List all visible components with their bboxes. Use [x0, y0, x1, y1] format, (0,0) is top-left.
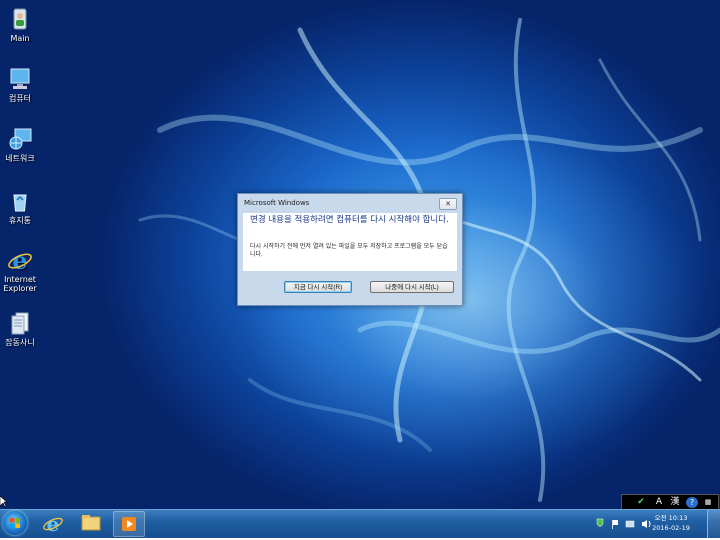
windows-logo-icon [10, 518, 20, 528]
ime-options-icon[interactable]: ▦ [702, 495, 714, 510]
show-desktop-button[interactable] [707, 510, 720, 538]
desktop-icon-label: Internet Explorer [3, 275, 37, 293]
desktop[interactable]: Main 컴퓨터 네트워크 휴지통 e Internet Explorer 잡동… [0, 0, 720, 509]
start-button[interactable] [3, 511, 27, 535]
dialog-main-instruction: 변경 내용을 적용하려면 컴퓨터를 다시 시작해야 합니다. [250, 215, 449, 225]
dialog-button-row: 지금 다시 시작(R) 나중에 다시 시작(L) [238, 272, 462, 304]
desktop-icon-label: 휴지통 [8, 216, 32, 225]
clock-date: 2016-02-19 [652, 524, 690, 532]
mouse-cursor-icon [0, 496, 8, 508]
desktop-icon-label: 컴퓨터 [8, 94, 32, 103]
desktop-icon-recycle-bin[interactable]: 휴지통 [0, 188, 40, 225]
dialog-title: Microsoft Windows [244, 199, 310, 207]
ime-hanja-button[interactable]: 漢 [668, 495, 682, 510]
desktop-icon-label: 네트워크 [5, 154, 35, 163]
dialog-detail-text: 다시 시작하기 전에 먼저 열려 있는 파일을 모두 저장하고 프로그램을 모두… [250, 243, 448, 258]
computer-icon [10, 68, 30, 89]
clock-time: 오전 10:13 [654, 514, 688, 522]
desktop-icon-label: 잡동사니 [5, 338, 35, 347]
ime-check-icon[interactable]: ✔ [634, 495, 648, 510]
security-shield-icon [596, 518, 604, 527]
desktop-icon-internet-explorer[interactable]: e Internet Explorer [0, 247, 40, 293]
svg-text:e: e [12, 247, 27, 273]
ime-input-mode[interactable]: A [652, 495, 666, 510]
folder-icon [81, 515, 101, 531]
restart-dialog[interactable]: Microsoft Windows ✕ 변경 내용을 적용하려면 컴퓨터를 다시… [237, 193, 463, 306]
taskbar-clock[interactable]: 오전 10:13 2016-02-19 [646, 513, 696, 533]
user-folder-icon [13, 8, 27, 30]
taskbar: e 오전 10:13 2016-02-19 [0, 509, 720, 538]
recycle-bin-icon [13, 194, 27, 212]
restart-now-button[interactable]: 지금 다시 시작(R) [284, 281, 352, 293]
close-icon[interactable]: ✕ [439, 198, 457, 210]
taskbar-file-explorer[interactable] [76, 511, 106, 535]
desktop-icon-computer[interactable]: 컴퓨터 [0, 66, 40, 103]
dialog-titlebar[interactable]: Microsoft Windows ✕ [238, 194, 462, 213]
ime-help-icon[interactable]: ? [686, 497, 698, 508]
flag-icon [612, 520, 618, 529]
desktop-icon-main[interactable]: Main [0, 6, 40, 43]
internet-explorer-icon: e [43, 512, 63, 536]
documents-folder-icon [11, 312, 29, 335]
media-player-icon [122, 517, 136, 531]
network-status-icon [625, 520, 635, 528]
taskbar-media-player[interactable] [113, 511, 145, 537]
internet-explorer-icon: e [8, 247, 32, 273]
desktop-icon-label: Main [10, 34, 30, 43]
taskbar-internet-explorer[interactable]: e [38, 511, 68, 536]
restart-later-button[interactable]: 나중에 다시 시작(L) [370, 281, 454, 293]
desktop-icon-network[interactable]: 네트워크 [0, 126, 40, 163]
desktop-icon-shared-docs[interactable]: 잡동사니 [0, 310, 40, 347]
network-globe-icon [9, 128, 32, 150]
svg-text:e: e [47, 512, 60, 535]
dialog-content: 변경 내용을 적용하려면 컴퓨터를 다시 시작해야 합니다. 다시 시작하기 전… [243, 213, 457, 271]
